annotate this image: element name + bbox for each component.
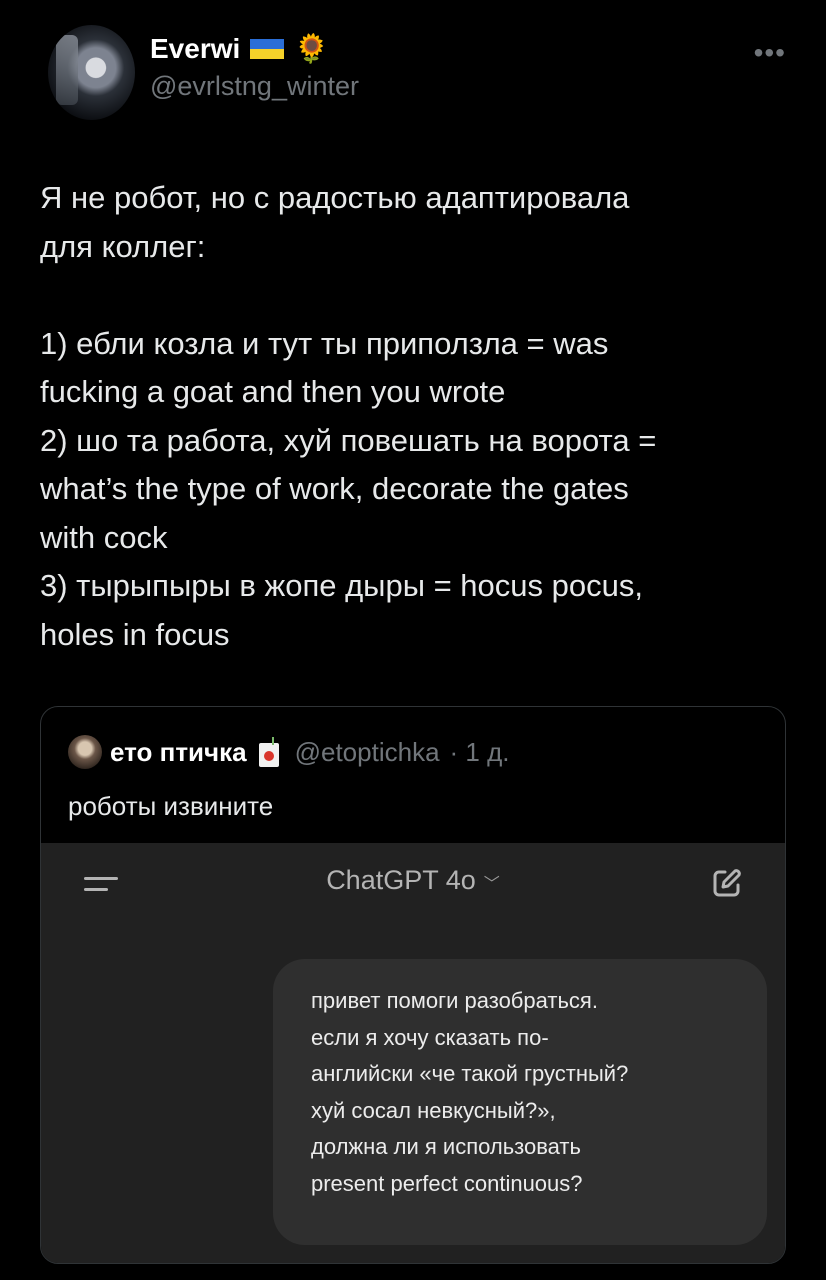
quoted-tweet-header: ето птичка @etoptichka · 1 д. [68,735,510,769]
tweet-text: Я не робот, но с радостью адаптировала д… [40,180,657,652]
juice-box-icon [258,737,279,767]
author-handle[interactable]: @evrlstng_winter [150,71,359,102]
new-chat-icon [713,869,741,897]
more-horizontal-icon[interactable]: ••• [754,37,786,69]
chevron-down-icon: ﹀ [483,875,500,893]
ukraine-flag-icon [250,39,285,59]
sunflower-icon: 🌻 [294,33,330,64]
author-name[interactable]: Everwi [150,33,240,65]
author-avatar[interactable] [48,25,135,120]
chatgpt-screenshot-image: ChatGPT 4o ﹀ привет помоги разобраться. е… [41,843,785,1263]
quoted-tweet-time: · 1 д. [449,736,510,767]
quoted-tweet-text: роботы извините [68,791,274,821]
author-info: Everwi 🌻 @evrlstng_winter [150,33,359,102]
quoted-tweet-card[interactable]: ето птичка @etoptichka · 1 д. роботы изв… [40,706,786,1264]
user-message-bubble: привет помоги разобраться. если я хочу с… [273,959,767,1245]
model-selector: ChatGPT 4o ﹀ [41,865,785,896]
quoted-author-avatar[interactable] [68,735,102,769]
quoted-author-name[interactable]: ето птичка [110,737,247,768]
quoted-author-handle[interactable]: @etoptichka [295,737,440,768]
model-label: ChatGPT 4o [326,865,476,895]
tweet-header: Everwi 🌻 @evrlstng_winter ••• [48,25,786,121]
author-name-row[interactable]: Everwi 🌻 [150,33,359,65]
